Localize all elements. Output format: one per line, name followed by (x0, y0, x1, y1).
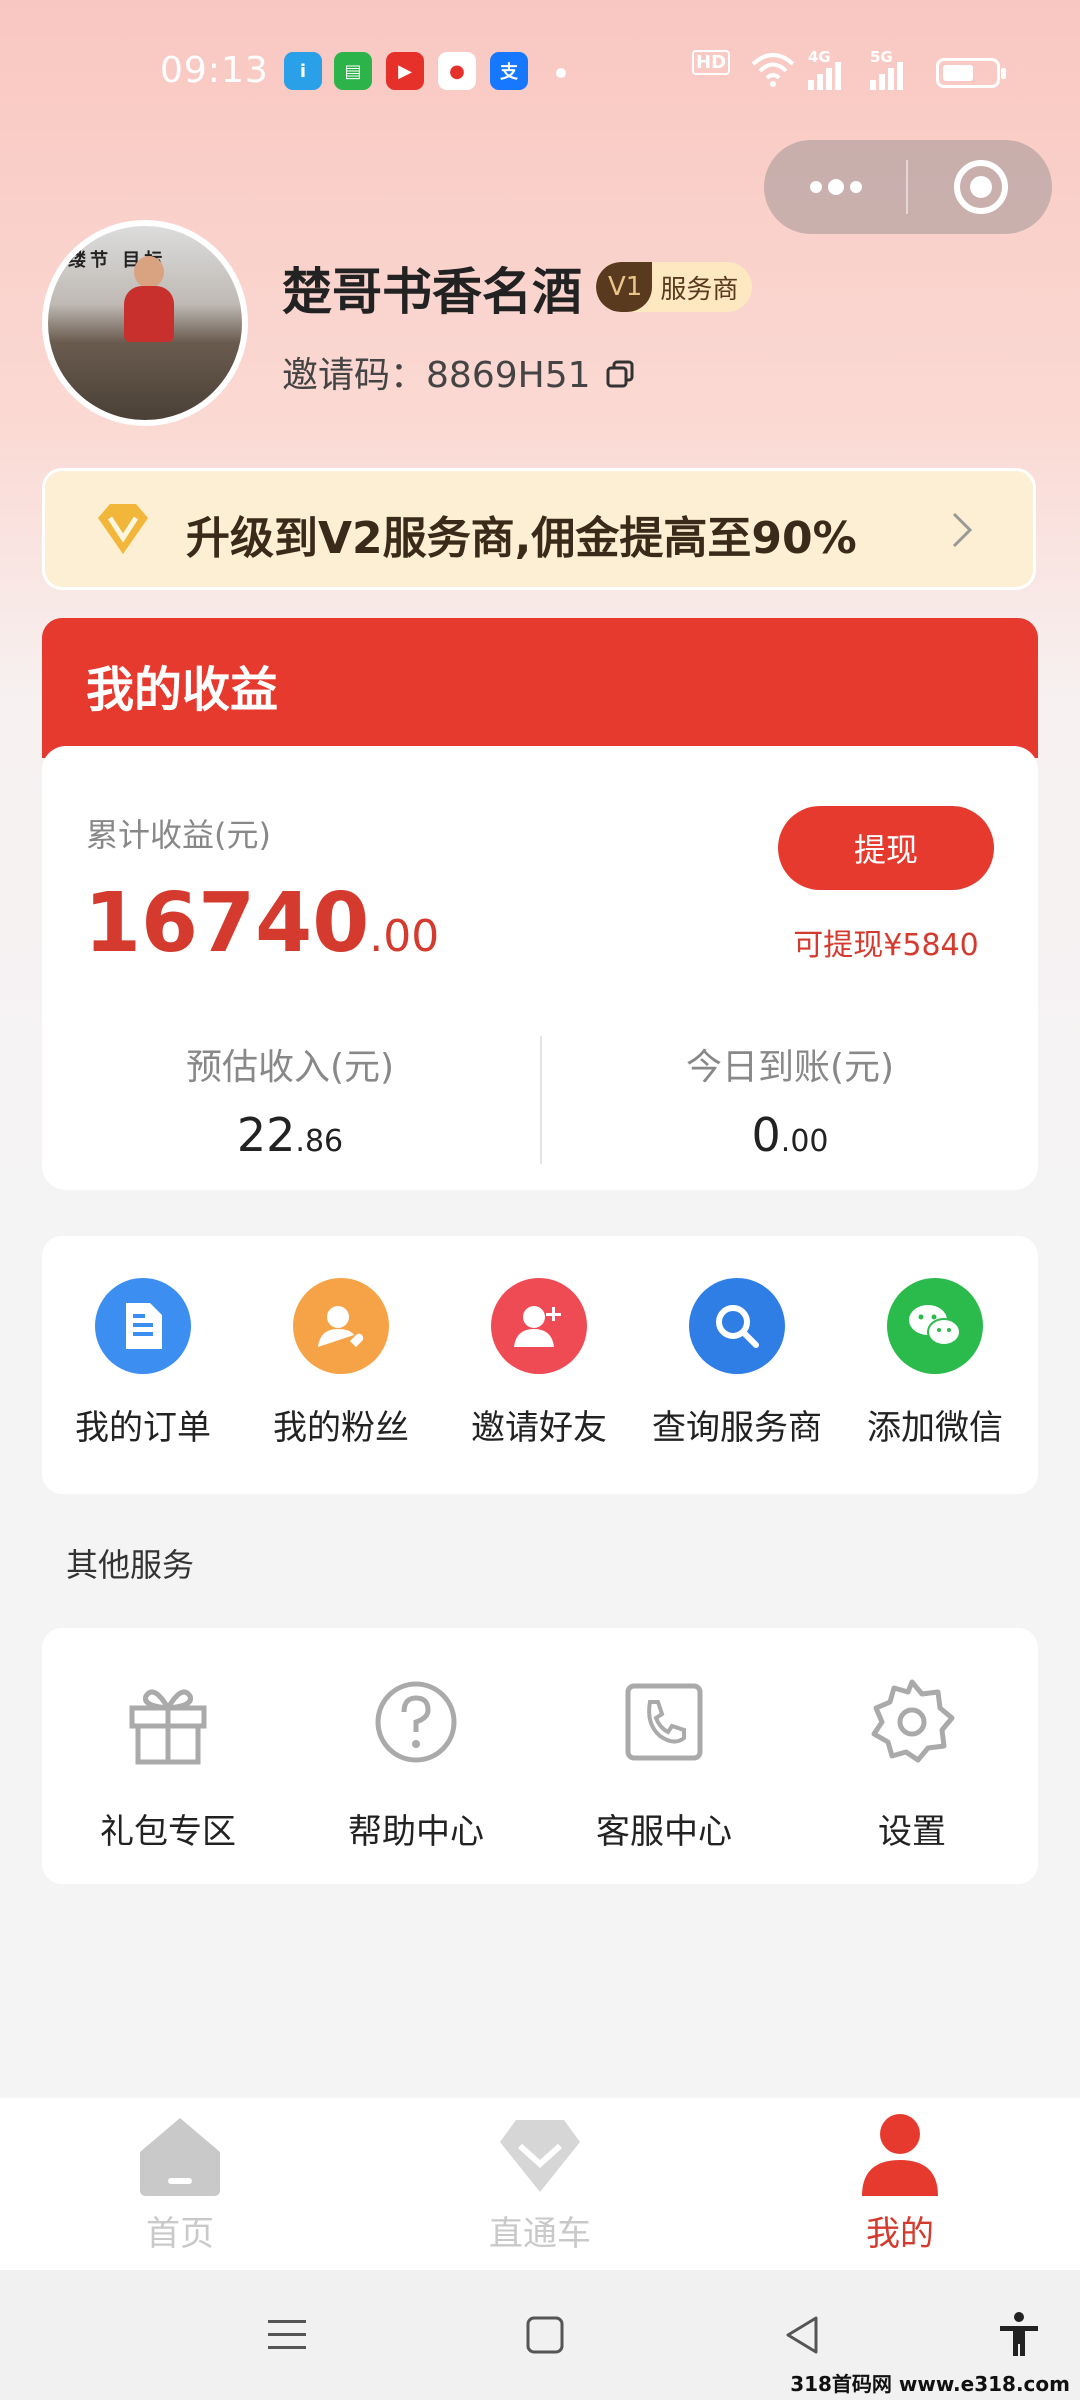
phone-icon (625, 1683, 703, 1761)
battery-icon (936, 58, 1006, 88)
invite-label: 邀请码： (282, 355, 427, 396)
estimated-income-value: 22.86 (236, 1108, 344, 1162)
role-label: 服务商 (660, 274, 739, 305)
today-received-label: 今日到账(元) (685, 1047, 895, 1088)
notification-dot (556, 68, 566, 78)
signal-icon (808, 62, 841, 90)
accessibility-icon[interactable] (994, 2310, 1044, 2360)
copy-icon[interactable] (606, 360, 634, 388)
earnings-title: 我的收益 (86, 662, 279, 718)
service-settings[interactable]: 设置 (788, 1672, 1036, 1853)
nav-mine[interactable]: 我的 (780, 2112, 1020, 2255)
withdraw-button[interactable]: 提现 (778, 806, 994, 890)
app-icon-red-video: ▶ (386, 52, 424, 90)
nav-label: 首页 (146, 2214, 214, 2254)
more-icon[interactable] (806, 162, 866, 212)
hd-icon: HD (692, 50, 731, 75)
alipay-icon: 支 (490, 52, 528, 90)
quick-action-label: 邀请好友 (471, 1408, 607, 1448)
service-label: 设置 (878, 1812, 946, 1852)
app-icon-blue-chat: i (284, 52, 322, 90)
service-label: 客服中心 (596, 1812, 732, 1852)
nav-express[interactable]: 直通车 (420, 2112, 660, 2255)
watermark-text: 318首码网 www.e318.com (790, 2372, 1070, 2396)
quick-action-fans[interactable]: 我的粉丝 (242, 1278, 440, 1449)
nav-home[interactable]: 首页 (60, 2112, 300, 2255)
avatar[interactable]: 缕节 目标 (42, 220, 248, 426)
invite-code-row: 邀请码：8869H51 (282, 346, 591, 398)
capsule-divider (906, 160, 908, 214)
profile-icon (862, 2114, 938, 2196)
wechat-icon (887, 1278, 983, 1374)
estimated-income-label: 预估收入(元) (185, 1047, 395, 1088)
quick-action-search-provider[interactable]: 查询服务商 (638, 1278, 836, 1449)
app-icon-map-pin: ● (438, 52, 476, 90)
diamond-icon (500, 2120, 580, 2192)
total-earnings-label: 累计收益(元) (86, 816, 271, 854)
chevron-right-icon (952, 512, 973, 548)
withdrawable-amount: 可提现¥5840 (793, 928, 979, 963)
nav-label: 直通车 (489, 2214, 591, 2254)
quick-action-label: 我的订单 (75, 1408, 211, 1448)
wifi-icon (751, 53, 795, 87)
search-icon (689, 1278, 785, 1374)
fans-icon (293, 1278, 389, 1374)
signal-icon-2 (870, 62, 903, 90)
close-miniprogram-icon[interactable] (954, 160, 1008, 214)
quick-action-label: 我的粉丝 (273, 1408, 409, 1448)
gear-icon (871, 1679, 955, 1763)
service-label: 帮助中心 (348, 1812, 484, 1852)
earnings-divider (540, 1036, 542, 1164)
service-customer[interactable]: 客服中心 (540, 1672, 788, 1853)
menu-icon[interactable] (262, 2310, 312, 2360)
service-help[interactable]: 帮助中心 (292, 1672, 540, 1853)
document-icon (95, 1278, 191, 1374)
back-icon[interactable] (778, 2310, 828, 2360)
status-time: 09:13 (160, 50, 269, 91)
home-icon (140, 2118, 220, 2196)
quick-action-wechat[interactable]: 添加微信 (836, 1278, 1034, 1449)
total-earnings-value: 16740.00 (84, 876, 440, 971)
profile-name: 楚哥书香名酒 (282, 263, 582, 321)
vip-diamond-icon (98, 504, 148, 554)
help-icon (375, 1681, 457, 1763)
quick-action-invite[interactable]: 邀请好友 (440, 1278, 638, 1449)
nav-label: 我的 (866, 2214, 934, 2254)
level-badge: V1 服务商 (596, 262, 753, 312)
gift-icon (129, 1689, 207, 1765)
other-services-title: 其他服务 (66, 1546, 195, 1584)
home-button-icon[interactable] (520, 2310, 570, 2360)
upgrade-text: 升级到V2服务商,佣金提高至90% (186, 513, 857, 564)
quick-action-label: 添加微信 (867, 1408, 1003, 1448)
invite-code: 8869H51 (426, 355, 591, 396)
quick-action-orders[interactable]: 我的订单 (44, 1278, 242, 1449)
service-label: 礼包专区 (100, 1812, 236, 1852)
today-received-value: 0.00 (751, 1108, 829, 1162)
quick-action-label: 查询服务商 (652, 1408, 822, 1448)
service-gift[interactable]: 礼包专区 (44, 1672, 292, 1853)
level-label: V1 (596, 262, 653, 312)
app-icon-green-msg: ▤ (334, 52, 372, 90)
add-user-icon (491, 1278, 587, 1374)
